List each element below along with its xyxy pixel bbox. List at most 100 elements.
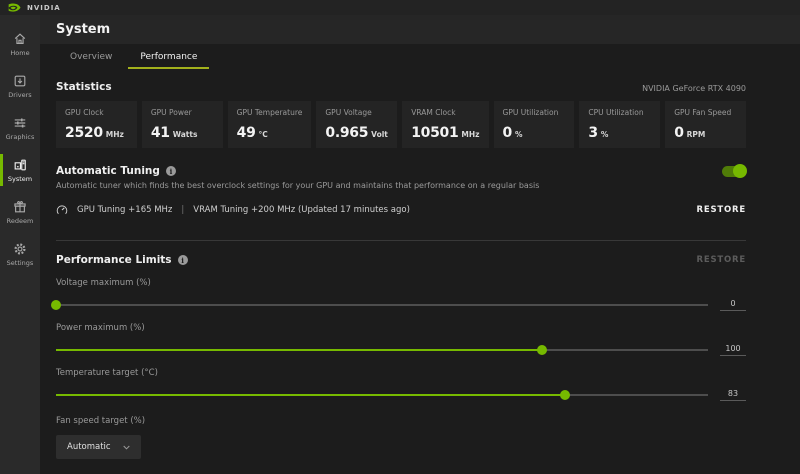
power-maximum-label: Power maximum (%) — [56, 323, 746, 333]
settings-icon — [13, 242, 27, 256]
sidebar-item-drivers[interactable]: Drivers — [0, 65, 40, 107]
slider-thumb[interactable] — [560, 390, 570, 400]
sidebar-item-settings[interactable]: Settings — [0, 233, 40, 275]
nvidia-logo-icon — [8, 3, 21, 12]
main-panel: System Overview Performance Statistics N… — [40, 15, 800, 474]
stat-card-gpu-clock: GPU Clock 2520MHz — [56, 101, 137, 148]
temperature-target-label: Temperature target (°C) — [56, 368, 746, 378]
stat-card-gpu-temperature: GPU Temperature 49°C — [228, 101, 312, 148]
fan-speed-selected-value: Automatic — [67, 442, 111, 452]
stat-value: 0.965 — [325, 125, 368, 141]
gpu-tuning-status: GPU Tuning +165 MHz — [77, 205, 172, 215]
fan-speed-dropdown[interactable]: Automatic — [56, 435, 141, 459]
sidebar-item-graphics[interactable]: Graphics — [0, 107, 40, 149]
redeem-icon — [13, 200, 27, 214]
power-maximum-group: Power maximum (%) 100 — [56, 323, 746, 356]
stat-card-vram-clock: VRAM Clock 10501MHz — [402, 101, 488, 148]
stat-card-gpu-voltage: GPU Voltage 0.965Volt — [316, 101, 397, 148]
stat-label: GPU Fan Speed — [674, 108, 737, 117]
tab-overview[interactable]: Overview — [56, 44, 126, 69]
automatic-tuning-restore-button[interactable]: RESTORE — [697, 205, 746, 215]
fan-speed-target-group: Fan speed target (%) Automatic — [56, 416, 746, 459]
section-divider — [56, 240, 746, 241]
slider-thumb[interactable] — [537, 345, 547, 355]
performance-limits-restore-button[interactable]: RESTORE — [697, 255, 746, 265]
slider-fill — [56, 394, 565, 396]
gauge-icon — [56, 204, 68, 216]
performance-limits-title: Performance Limits — [56, 254, 172, 266]
gpu-name: NVIDIA GeForce RTX 4090 — [642, 84, 746, 93]
stat-label: VRAM Clock — [411, 108, 479, 117]
tuning-status: GPU Tuning +165 MHz | VRAM Tuning +200 M… — [56, 204, 410, 216]
stat-label: GPU Voltage — [325, 108, 388, 117]
statistics-title: Statistics — [56, 81, 112, 93]
automatic-tuning-title: Automatic Tuning — [56, 165, 160, 177]
automatic-tuning-section: Automatic Tuning i Automatic tuner which… — [56, 165, 746, 216]
automatic-tuning-description: Automatic tuner which finds the best ove… — [56, 181, 746, 190]
slider-thumb[interactable] — [51, 300, 61, 310]
stat-unit: % — [601, 130, 609, 139]
stat-unit: MHz — [461, 130, 479, 139]
sidebar-item-home[interactable]: Home — [0, 23, 40, 65]
sidebar-item-label: Drivers — [8, 91, 31, 99]
sidebar-item-label: System — [8, 175, 32, 183]
stat-unit: RPM — [687, 130, 706, 139]
stat-value: 0 — [503, 125, 512, 141]
vram-tuning-status: VRAM Tuning +200 MHz (Updated 17 minutes… — [193, 205, 410, 215]
stat-unit: MHz — [106, 130, 124, 139]
tab-performance[interactable]: Performance — [126, 44, 211, 69]
graphics-icon — [13, 116, 27, 130]
power-maximum-value[interactable]: 100 — [720, 344, 746, 356]
sidebar-item-label: Graphics — [6, 133, 35, 141]
automatic-tuning-toggle[interactable] — [722, 166, 746, 177]
stat-label: GPU Temperature — [237, 108, 303, 117]
stat-unit: °C — [259, 130, 268, 139]
stat-card-gpu-power: GPU Power 41Watts — [142, 101, 223, 148]
system-icon — [13, 158, 27, 172]
stat-card-gpu-utilization: GPU Utilization 0% — [494, 101, 575, 148]
info-icon[interactable]: i — [166, 166, 176, 176]
page-title: System — [56, 22, 110, 37]
stat-label: GPU Power — [151, 108, 214, 117]
slider-track — [56, 304, 708, 306]
stat-value: 3 — [588, 125, 597, 141]
chevron-down-icon — [123, 445, 130, 450]
voltage-maximum-group: Voltage maximum (%) 0 — [56, 278, 746, 311]
stat-unit: % — [515, 130, 523, 139]
temperature-target-slider[interactable] — [56, 390, 708, 400]
title-bar: NVIDIA — [0, 0, 800, 15]
sidebar-item-system[interactable]: System — [0, 149, 40, 191]
sidebar: Home Drivers Graphics System Redeem — [0, 15, 40, 474]
performance-limits-section: Performance Limits i RESTORE Voltage max… — [56, 254, 746, 459]
sidebar-item-redeem[interactable]: Redeem — [0, 191, 40, 233]
sidebar-item-label: Settings — [7, 259, 34, 267]
stat-unit: Watts — [173, 130, 198, 139]
toggle-knob — [733, 164, 747, 178]
content: Statistics NVIDIA GeForce RTX 4090 GPU C… — [40, 81, 800, 459]
temperature-target-group: Temperature target (°C) 83 — [56, 368, 746, 401]
sidebar-item-label: Redeem — [7, 217, 34, 225]
status-separator: | — [181, 205, 184, 215]
home-icon — [13, 32, 27, 46]
stat-value: 2520 — [65, 125, 103, 141]
voltage-maximum-value[interactable]: 0 — [720, 299, 746, 311]
statistics-cards: GPU Clock 2520MHz GPU Power 41Watts GPU … — [56, 101, 746, 148]
stat-value: 0 — [674, 125, 683, 141]
stat-label: GPU Clock — [65, 108, 128, 117]
stat-label: GPU Utilization — [503, 108, 566, 117]
temperature-target-value[interactable]: 83 — [720, 389, 746, 401]
brand-text: NVIDIA — [27, 4, 61, 12]
fan-speed-target-label: Fan speed target (%) — [56, 416, 746, 426]
power-maximum-slider[interactable] — [56, 345, 708, 355]
stat-card-gpu-fan-speed: GPU Fan Speed 0 RPM — [665, 101, 746, 148]
voltage-maximum-slider[interactable] — [56, 300, 708, 310]
voltage-maximum-label: Voltage maximum (%) — [56, 278, 746, 288]
info-icon[interactable]: i — [178, 255, 188, 265]
active-indicator — [0, 154, 3, 186]
tab-bar: Overview Performance — [40, 44, 800, 69]
drivers-icon — [13, 74, 27, 88]
stat-value: 49 — [237, 125, 256, 141]
stat-unit: Volt — [371, 130, 388, 139]
stat-card-cpu-utilization: CPU Utilization 3% — [579, 101, 660, 148]
slider-fill — [56, 349, 542, 351]
